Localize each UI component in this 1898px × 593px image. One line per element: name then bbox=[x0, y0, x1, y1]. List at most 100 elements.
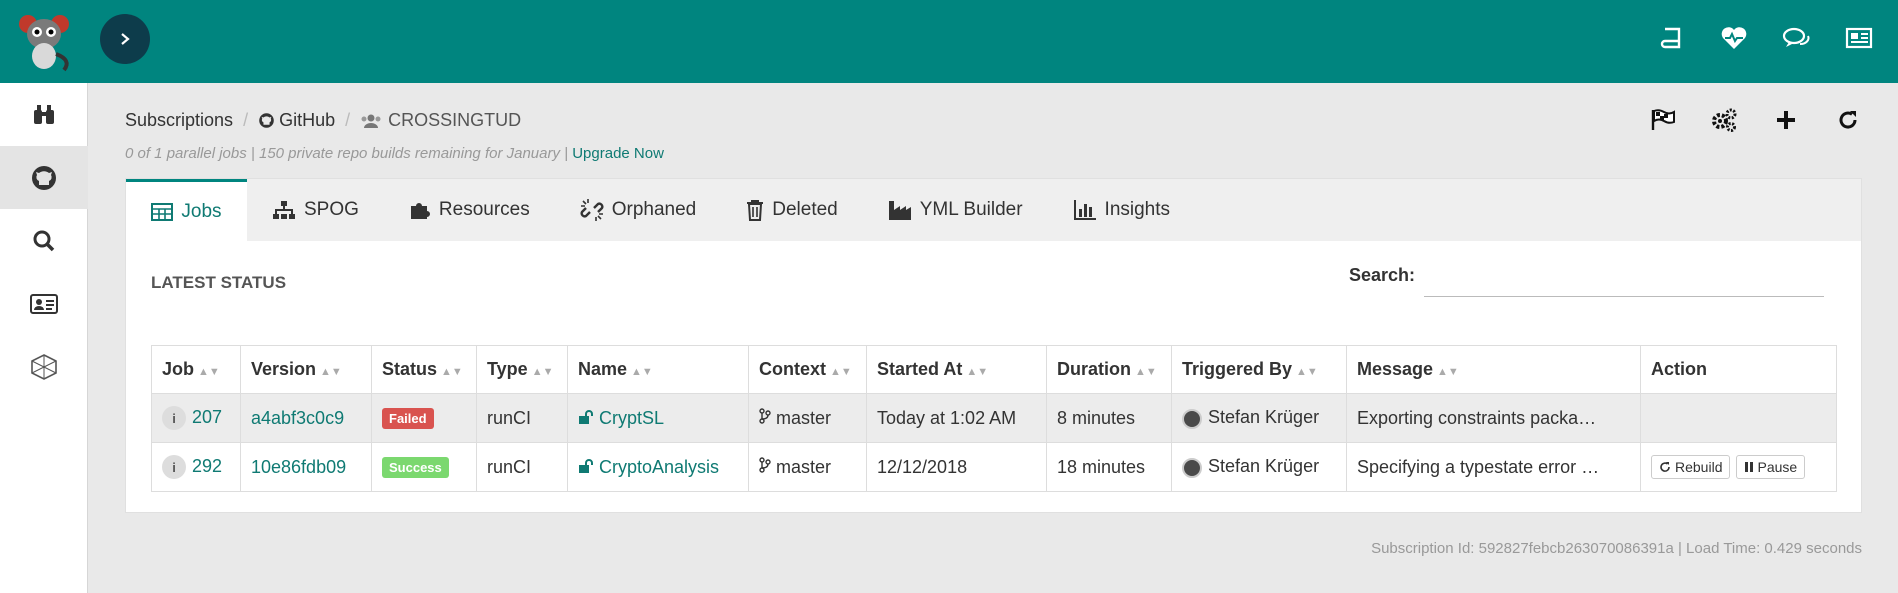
table-icon bbox=[151, 202, 174, 221]
tab-label: YML Builder bbox=[919, 199, 1023, 220]
job-link[interactable]: 292 bbox=[192, 456, 222, 476]
upgrade-now-link[interactable]: Upgrade Now bbox=[572, 145, 664, 162]
column-header-status[interactable]: Status ▲▼ bbox=[371, 345, 477, 394]
cell-started-at: 12/12/2018 bbox=[866, 442, 1047, 492]
cell-version: 10e86fdb09 bbox=[240, 442, 372, 492]
avatar bbox=[1182, 457, 1202, 478]
sidebar-toggle-button[interactable] bbox=[100, 14, 150, 64]
column-header-started-at[interactable]: Started At ▲▼ bbox=[866, 345, 1047, 394]
column-header-action: Action bbox=[1640, 345, 1837, 394]
hexagon-nodes-icon bbox=[31, 353, 57, 380]
sidebar-item-github[interactable] bbox=[0, 146, 88, 209]
column-header-version[interactable]: Version ▲▼ bbox=[240, 345, 372, 394]
book-icon[interactable] bbox=[1656, 22, 1688, 54]
tab-orphaned[interactable]: Orphaned bbox=[555, 179, 722, 241]
breadcrumb: Subscriptions / GitHub / CROSSINGTUD bbox=[125, 110, 521, 131]
table-header-row: Job ▲▼ Version ▲▼ Status ▲▼ Type ▲▼ Name ▲▼ C… bbox=[151, 345, 1837, 394]
tab-deleted[interactable]: Deleted bbox=[721, 179, 863, 241]
version-link[interactable]: 10e86fdb09 bbox=[251, 457, 346, 477]
column-header-triggered-by[interactable]: Triggered By ▲▼ bbox=[1171, 345, 1347, 394]
tab-label: Deleted bbox=[772, 199, 838, 220]
breadcrumb-provider[interactable]: GitHub bbox=[258, 110, 335, 131]
sort-icon: ▲▼ bbox=[830, 366, 852, 378]
refresh-icon[interactable] bbox=[1834, 106, 1862, 134]
search-label: Search: bbox=[1349, 265, 1416, 285]
tab-label: Resources bbox=[438, 199, 530, 220]
info-icon[interactable]: i bbox=[162, 455, 186, 479]
sidebar-item-nodes[interactable] bbox=[0, 335, 88, 398]
cell-action: Rebuild Pause bbox=[1640, 442, 1837, 492]
newspaper-icon[interactable] bbox=[1842, 22, 1874, 54]
pause-label: Pause bbox=[1757, 459, 1798, 475]
column-header-name[interactable]: Name ▲▼ bbox=[567, 345, 749, 394]
users-icon bbox=[361, 114, 381, 128]
tab-resources[interactable]: Resources bbox=[384, 179, 555, 241]
status-badge: Success bbox=[382, 457, 449, 478]
sort-icon: ▲▼ bbox=[441, 366, 463, 378]
code-branch-icon bbox=[759, 407, 771, 424]
repo-link[interactable]: CryptSL bbox=[599, 408, 664, 428]
breadcrumb-separator: / bbox=[345, 110, 351, 130]
comments-icon[interactable] bbox=[1780, 22, 1812, 54]
search-input[interactable] bbox=[1424, 259, 1824, 297]
code-branch-icon bbox=[759, 456, 771, 473]
cell-started-at: Today at 1:02 AM bbox=[866, 393, 1047, 443]
cell-context: master bbox=[748, 442, 867, 492]
sort-icon: ▲▼ bbox=[966, 366, 989, 378]
refresh-icon bbox=[1660, 462, 1670, 472]
page-actions bbox=[1648, 106, 1862, 134]
section-title: LATEST STATUS bbox=[151, 273, 287, 292]
breadcrumb-subscriptions[interactable]: Subscriptions bbox=[125, 110, 233, 131]
column-header-duration[interactable]: Duration ▲▼ bbox=[1046, 345, 1172, 394]
unlock-icon bbox=[579, 458, 593, 473]
sort-icon: ▲▼ bbox=[198, 366, 220, 378]
sidebar-item-search[interactable] bbox=[0, 209, 88, 272]
pause-button[interactable]: Pause bbox=[1735, 455, 1806, 479]
cell-triggered-by: Stefan Krüger bbox=[1171, 442, 1347, 492]
industry-icon bbox=[888, 201, 911, 220]
pause-icon bbox=[1744, 462, 1753, 472]
rebuild-button[interactable]: Rebuild bbox=[1651, 455, 1731, 479]
jobs-table: Job ▲▼ Version ▲▼ Status ▲▼ Type ▲▼ Name ▲▼ C… bbox=[151, 345, 1837, 492]
cell-status: Success bbox=[371, 442, 477, 492]
sidebar-item-explore[interactable] bbox=[0, 83, 88, 146]
cell-action bbox=[1640, 393, 1837, 443]
tab-spog[interactable]: SPOG bbox=[247, 179, 384, 241]
trash-icon bbox=[747, 200, 764, 221]
search-icon bbox=[33, 230, 55, 251]
cell-message: Specifying a typestate error … bbox=[1346, 442, 1641, 492]
version-link[interactable]: a4abf3c0c9 bbox=[251, 408, 344, 428]
column-header-message[interactable]: Message ▲▼ bbox=[1346, 345, 1641, 394]
avatar bbox=[1182, 408, 1202, 429]
plus-icon[interactable] bbox=[1772, 106, 1800, 134]
table-row: i 207 a4abf3c0c9 Failed runCI CryptSL mas… bbox=[151, 393, 1837, 443]
tab-jobs[interactable]: Jobs bbox=[126, 179, 247, 241]
flag-checkered-icon[interactable] bbox=[1648, 106, 1676, 134]
github-icon bbox=[32, 165, 56, 190]
cell-duration: 8 minutes bbox=[1046, 393, 1172, 443]
column-header-job[interactable]: Job ▲▼ bbox=[151, 345, 241, 394]
cell-name: CryptSL bbox=[567, 393, 749, 443]
info-icon[interactable]: i bbox=[162, 406, 186, 430]
column-header-type[interactable]: Type ▲▼ bbox=[476, 345, 568, 394]
heartbeat-icon[interactable] bbox=[1718, 22, 1750, 54]
sidebar-item-account[interactable] bbox=[0, 272, 88, 335]
tab-label: Orphaned bbox=[611, 199, 697, 220]
lemur-logo[interactable] bbox=[14, 10, 74, 72]
breadcrumb-provider-label: GitHub bbox=[279, 110, 336, 130]
branch-label: master bbox=[776, 456, 832, 477]
sort-icon: ▲▼ bbox=[531, 366, 554, 378]
column-header-context[interactable]: Context ▲▼ bbox=[748, 345, 867, 394]
cell-message: Exporting constraints packa… bbox=[1346, 393, 1641, 443]
breadcrumb-org-label: CROSSINGTUD bbox=[388, 110, 522, 130]
table-row: i 292 10e86fdb09 Success runCI CryptoAnal… bbox=[151, 442, 1837, 492]
repo-link[interactable]: CryptoAnalysis bbox=[599, 457, 719, 477]
job-link[interactable]: 207 bbox=[192, 407, 222, 427]
cogs-icon[interactable] bbox=[1710, 106, 1738, 134]
tab-insights[interactable]: Insights bbox=[1048, 179, 1195, 241]
cell-name: CryptoAnalysis bbox=[567, 442, 749, 492]
binoculars-icon bbox=[34, 104, 54, 124]
subscription-limits: 0 of 1 parallel jobs | 150 private repo … bbox=[125, 145, 664, 162]
cell-job: i 207 bbox=[151, 393, 241, 443]
tab-yml-builder[interactable]: YML Builder bbox=[863, 179, 1048, 241]
